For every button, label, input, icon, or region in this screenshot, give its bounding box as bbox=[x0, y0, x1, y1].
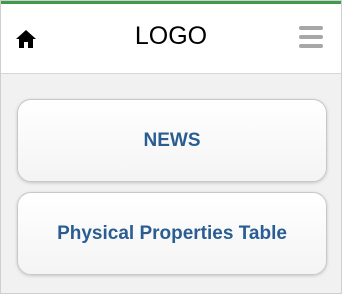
menu-line bbox=[299, 44, 323, 48]
app-frame: LOGO NEWS Physical Properties Table bbox=[0, 0, 342, 294]
news-label: NEWS bbox=[143, 129, 201, 151]
physical-properties-table-button[interactable]: Physical Properties Table bbox=[17, 192, 327, 275]
logo-text[interactable]: LOGO bbox=[1, 22, 341, 51]
header-bar: LOGO bbox=[1, 1, 341, 74]
news-button[interactable]: NEWS bbox=[17, 99, 327, 182]
nav-list: NEWS Physical Properties Table bbox=[17, 99, 327, 285]
physical-properties-table-label: Physical Properties Table bbox=[57, 222, 287, 244]
hamburger-menu-button[interactable] bbox=[299, 26, 323, 48]
menu-line bbox=[299, 35, 323, 39]
menu-line bbox=[299, 26, 323, 30]
